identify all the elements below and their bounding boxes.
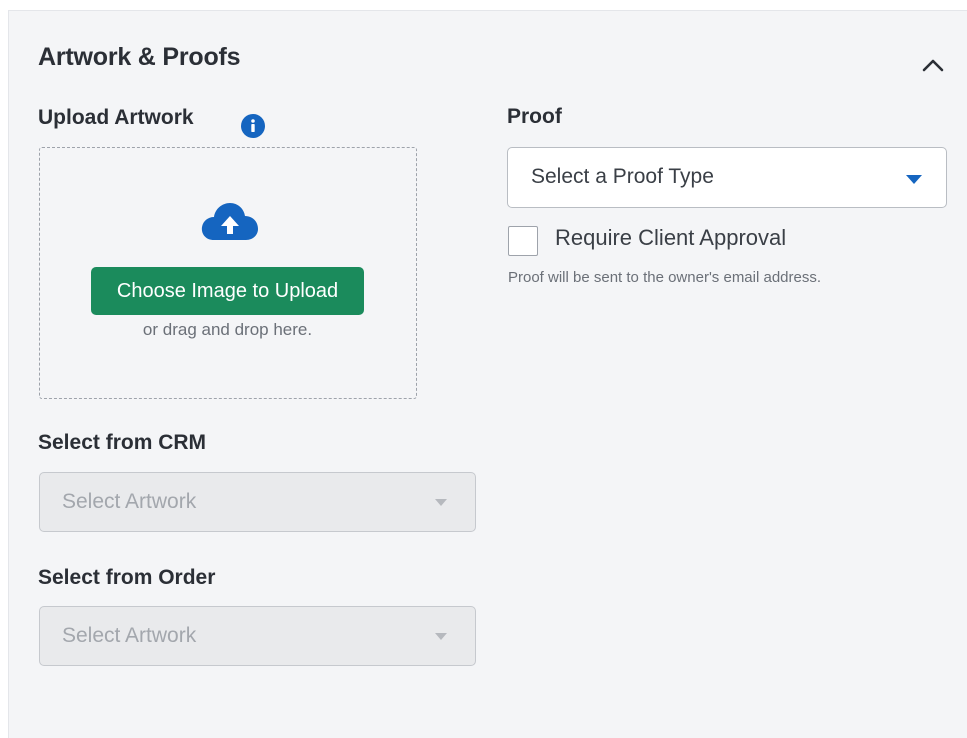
proof-type-select[interactable]: Select a Proof Type xyxy=(507,147,947,208)
require-approval-checkbox[interactable] xyxy=(508,226,538,256)
order-artwork-placeholder: Select Artwork xyxy=(62,624,197,647)
order-artwork-select[interactable]: Select Artwork xyxy=(39,606,476,666)
proof-helper-text: Proof will be sent to the owner's email … xyxy=(508,269,822,286)
choose-image-button[interactable]: Choose Image to Upload xyxy=(91,267,364,315)
section-title: Artwork & Proofs xyxy=(38,43,241,71)
drag-drop-hint: or drag and drop here. xyxy=(142,320,313,339)
upload-dropzone[interactable]: Choose Image to Upload or drag and drop … xyxy=(39,147,417,399)
crm-artwork-select[interactable]: Select Artwork xyxy=(39,472,476,532)
crm-artwork-placeholder: Select Artwork xyxy=(62,490,197,513)
collapse-button[interactable] xyxy=(911,45,955,85)
proof-label: Proof xyxy=(507,105,562,128)
chevron-up-icon xyxy=(922,59,944,72)
caret-down-icon xyxy=(906,175,922,184)
chevron-down-icon xyxy=(435,633,447,640)
chevron-down-icon xyxy=(435,499,447,506)
upload-artwork-label: Upload Artwork xyxy=(38,106,194,129)
select-from-order-label: Select from Order xyxy=(38,566,216,589)
artwork-proofs-panel: Artwork & Proofs Upload Artwork Choose I… xyxy=(8,10,967,738)
info-icon[interactable] xyxy=(241,114,265,138)
cloud-upload-icon xyxy=(201,203,258,240)
require-approval-label[interactable]: Require Client Approval xyxy=(555,225,786,251)
proof-type-placeholder: Select a Proof Type xyxy=(531,165,714,188)
select-from-crm-label: Select from CRM xyxy=(38,431,207,454)
